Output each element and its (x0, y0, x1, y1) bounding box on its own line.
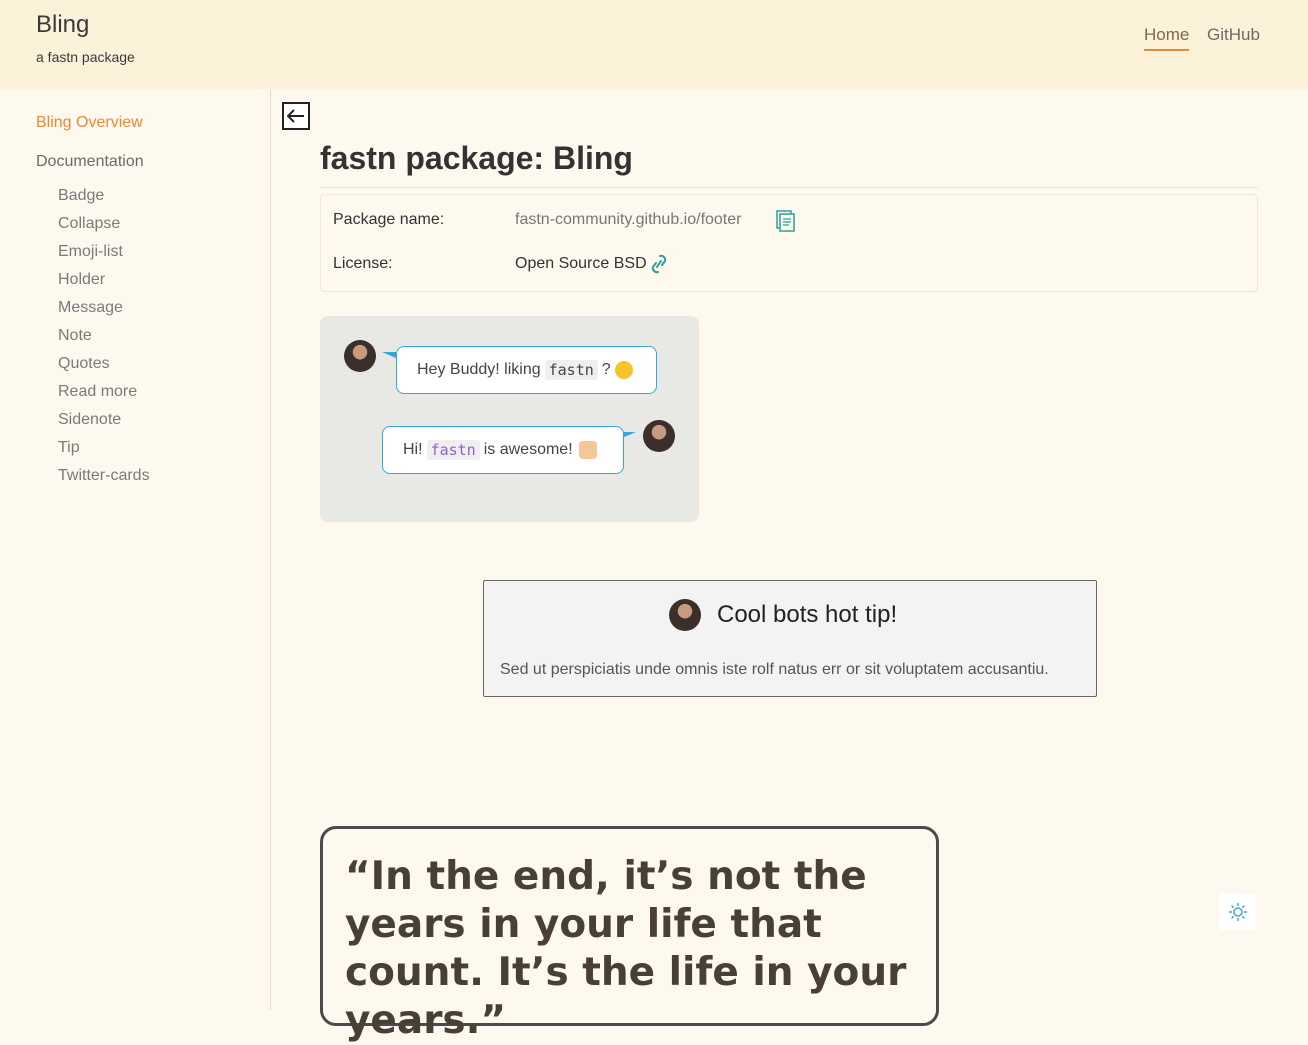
back-arrow-icon (287, 109, 304, 123)
site-title[interactable]: Bling (36, 11, 89, 39)
chat-code: fastn (544, 360, 598, 380)
tip-body: Sed ut perspiciatis unde omnis iste rolf… (500, 661, 1049, 678)
avatar (344, 340, 376, 372)
sidebar: Bling Overview Documentation Badge Colla… (0, 89, 271, 1010)
page-title: fastn package: Bling (320, 140, 1258, 188)
tip-title: Cool bots hot tip! (717, 601, 898, 628)
avatar (643, 420, 675, 452)
sidebar-item-documentation[interactable]: Documentation (36, 153, 144, 171)
smiley-emoji-icon (614, 361, 633, 379)
chat-text: Hi! (403, 441, 423, 458)
sun-icon (1228, 902, 1247, 921)
sidebar-item-note[interactable]: Note (58, 327, 150, 355)
sidebar-doc-list: Badge Collapse Emoji-list Holder Message… (58, 187, 150, 495)
package-info: Package name: fastn-community.github.io/… (320, 194, 1258, 292)
chat-bubble-incoming: Hey Buddy! liking fastn ? (396, 346, 657, 394)
sidebar-item-tip[interactable]: Tip (58, 439, 150, 467)
chat-text: is awesome! (483, 441, 573, 458)
sidebar-item-badge[interactable]: Badge (58, 187, 150, 215)
site-header: Bling a fastn package Home GitHub (0, 0, 1308, 89)
chat-text: Hey Buddy! liking (417, 361, 541, 378)
thumbs-up-emoji-icon (578, 441, 597, 459)
copy-icon[interactable] (776, 210, 796, 237)
sidebar-item-emoji-list[interactable]: Emoji-list (58, 243, 150, 271)
nav-home-link[interactable]: Home (1144, 25, 1190, 51)
quote-card: “In the end, it’s not the years in your … (320, 826, 939, 1043)
chat-code: fastn (426, 440, 480, 460)
sidebar-item-collapse[interactable]: Collapse (58, 215, 150, 243)
nav-github-link[interactable]: GitHub (1207, 25, 1260, 45)
sidebar-item-read-more[interactable]: Read more (58, 383, 150, 411)
theme-toggle-button[interactable] (1219, 893, 1256, 930)
quote-text: “In the end, it’s not the years in your … (345, 854, 907, 1043)
license-label: License: (333, 255, 393, 272)
sidebar-item-quotes[interactable]: Quotes (58, 355, 150, 383)
sidebar-item-sidenote[interactable]: Sidenote (58, 411, 150, 439)
package-name-label: Package name: (333, 211, 445, 228)
chat-text: ? (601, 361, 611, 378)
license-value[interactable]: Open Source BSD (515, 255, 647, 273)
collapse-sidebar-button[interactable] (282, 102, 310, 130)
sidebar-item-overview[interactable]: Bling Overview (36, 114, 143, 132)
sidebar-item-twitter-cards[interactable]: Twitter-cards (58, 467, 150, 495)
sidebar-item-holder[interactable]: Holder (58, 271, 150, 299)
sidebar-item-message[interactable]: Message (58, 299, 150, 327)
site-subtitle: a fastn package (36, 49, 135, 65)
message-demo: Hey Buddy! liking fastn ? Hi! fastn is a… (320, 316, 699, 522)
chat-bubble-outgoing: Hi! fastn is awesome! (382, 426, 624, 474)
avatar (669, 599, 701, 631)
link-icon[interactable] (651, 253, 667, 280)
tip-card: Cool bots hot tip! Sed ut perspiciatis u… (483, 580, 1097, 697)
package-name-value: fastn-community.github.io/footer (515, 211, 742, 228)
